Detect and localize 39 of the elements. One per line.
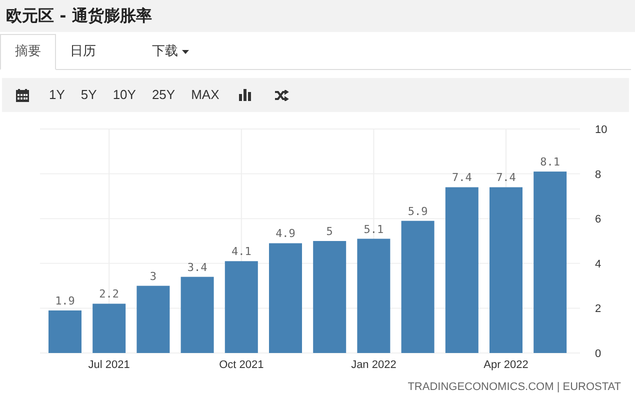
axis-label: 2	[595, 303, 602, 316]
shuffle-icon[interactable]	[275, 90, 290, 100]
axis-label: 0	[595, 348, 602, 360]
value-label: 5.1	[364, 222, 384, 236]
value-label: 3	[150, 270, 156, 283]
tab[interactable]: 摘要	[0, 34, 56, 70]
value-label: 4.1	[231, 245, 252, 258]
page-title: 欧元区 - 通货膨胀率	[6, 5, 152, 27]
source-credit: TRADINGECONOMICS.COM | EUROSTAT	[408, 381, 621, 393]
value-label: 4.9	[276, 227, 296, 240]
bar-chart-icon[interactable]	[239, 89, 252, 101]
range-button[interactable]: 1Y	[41, 85, 73, 105]
range-button[interactable]: 10Y	[104, 85, 144, 105]
value-label: 5.9	[408, 204, 428, 218]
value-label: 2.2	[99, 288, 120, 301]
value-label: 7.4	[496, 171, 516, 184]
axis-label: 10	[595, 124, 608, 136]
axis-label: Jan 2022	[351, 359, 396, 371]
value-label: 5	[326, 225, 333, 238]
axis-label: 6	[595, 214, 602, 226]
value-label: 7.4	[452, 171, 472, 184]
tab[interactable]: 下载	[138, 34, 203, 69]
axis-label: Oct 2021	[219, 359, 264, 371]
range-button[interactable]: MAX	[183, 85, 228, 105]
axis-label: Jul 2021	[88, 359, 130, 371]
value-label: 1.9	[55, 294, 75, 308]
value-label: 3.4	[187, 260, 208, 274]
caret-icon	[182, 50, 189, 54]
axis-label: 4	[595, 258, 602, 270]
bar	[48, 310, 82, 353]
range-button[interactable]: 5Y	[72, 85, 105, 105]
axis-label: Apr 2022	[484, 359, 528, 371]
tab[interactable]: 日历	[56, 34, 110, 69]
bar	[136, 286, 170, 353]
value-label: 8.1	[540, 156, 560, 169]
range-button[interactable]: 25Y	[144, 85, 184, 105]
axis-label: 8	[595, 168, 602, 181]
bar	[92, 304, 126, 353]
calendar-icon[interactable]	[16, 88, 29, 102]
